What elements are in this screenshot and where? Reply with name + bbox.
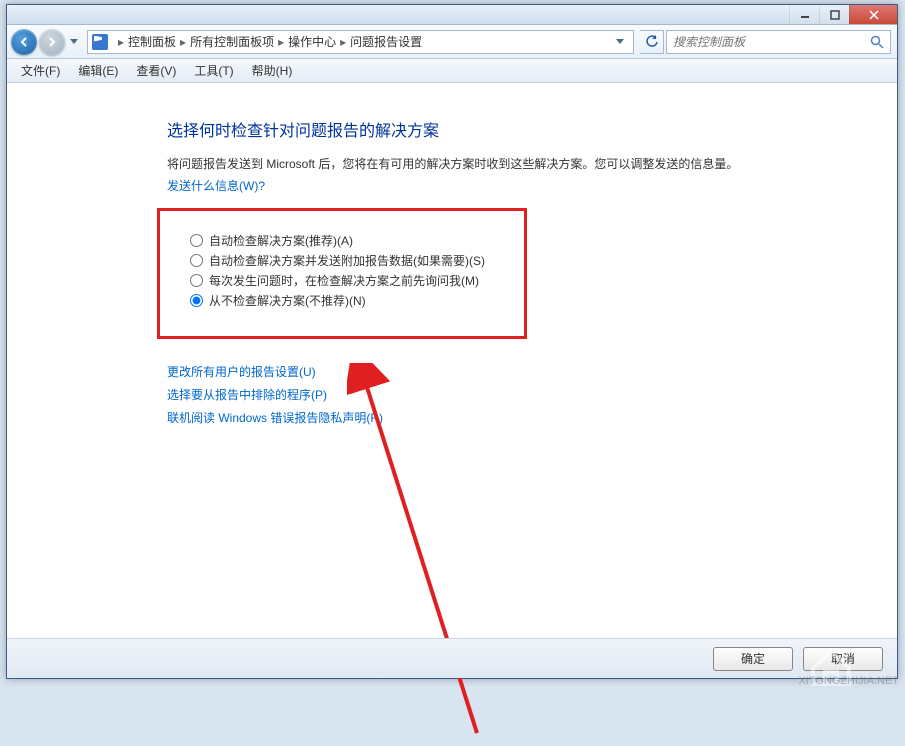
menu-edit[interactable]: 编辑(E): [70, 60, 126, 81]
arrow-left-icon: [18, 36, 30, 48]
chevron-down-icon: [70, 39, 78, 45]
menu-file[interactable]: 文件(F): [13, 60, 68, 81]
address-bar[interactable]: ▸ 控制面板 ▸ 所有控制面板项 ▸ 操作中心 ▸ 问题报告设置: [87, 30, 634, 54]
refresh-icon: [645, 35, 659, 49]
window-titlebar: [7, 5, 897, 25]
maximize-icon: [830, 10, 840, 20]
close-icon: [869, 10, 879, 20]
radio-input[interactable]: [190, 254, 203, 267]
minimize-icon: [800, 10, 810, 20]
breadcrumb-item[interactable]: 所有控制面板项: [190, 33, 274, 50]
radio-input[interactable]: [190, 234, 203, 247]
maximize-button[interactable]: [819, 5, 849, 24]
breadcrumb-sep: ▸: [180, 35, 186, 49]
what-info-link[interactable]: 发送什么信息(W)?: [167, 177, 877, 194]
nav-history-dropdown[interactable]: [67, 39, 81, 45]
privacy-statement-link[interactable]: 联机阅读 Windows 错误报告隐私声明(R): [167, 409, 877, 426]
radio-label: 每次发生问题时，在检查解决方案之前先询问我(M): [209, 272, 479, 289]
change-all-users-link[interactable]: 更改所有用户的报告设置(U): [167, 363, 877, 380]
forward-button[interactable]: [39, 29, 65, 55]
radio-input[interactable]: [190, 274, 203, 287]
menu-view[interactable]: 查看(V): [128, 60, 184, 81]
radio-label: 自动检查解决方案(推荐)(A): [209, 232, 353, 249]
additional-links: 更改所有用户的报告设置(U) 选择要从报告中排除的程序(P) 联机阅读 Wind…: [167, 363, 877, 426]
radio-label: 从不检查解决方案(不推荐)(N): [209, 292, 366, 309]
breadcrumb-sep: ▸: [340, 35, 346, 49]
refresh-button[interactable]: [640, 30, 664, 54]
breadcrumb-sep: ▸: [278, 35, 284, 49]
radio-label: 自动检查解决方案并发送附加报告数据(如果需要)(S): [209, 252, 485, 269]
menu-bar: 文件(F) 编辑(E) 查看(V) 工具(T) 帮助(H): [7, 59, 897, 83]
search-icon: [870, 35, 884, 49]
breadcrumb-sep: ▸: [118, 35, 124, 49]
radio-option-auto-extra[interactable]: 自动检查解决方案并发送附加报告数据(如果需要)(S): [190, 252, 504, 269]
radio-option-never[interactable]: 从不检查解决方案(不推荐)(N): [190, 292, 504, 309]
navigation-bar: ▸ 控制面板 ▸ 所有控制面板项 ▸ 操作中心 ▸ 问题报告设置: [7, 25, 897, 59]
page-description: 将问题报告发送到 Microsoft 后，您将在有可用的解决方案时收到这些解决方…: [167, 155, 877, 173]
exclude-programs-link[interactable]: 选择要从报告中排除的程序(P): [167, 386, 877, 403]
address-dropdown[interactable]: [611, 32, 629, 52]
menu-help[interactable]: 帮助(H): [244, 60, 301, 81]
control-panel-window: ▸ 控制面板 ▸ 所有控制面板项 ▸ 操作中心 ▸ 问题报告设置 文件(F) 编…: [6, 4, 898, 679]
radio-option-ask[interactable]: 每次发生问题时，在检查解决方案之前先询问我(M): [190, 272, 504, 289]
search-box[interactable]: [666, 30, 891, 54]
page-heading: 选择何时检查针对问题报告的解决方案: [167, 117, 877, 141]
ok-button[interactable]: 确定: [713, 647, 793, 671]
radio-input[interactable]: [190, 294, 203, 307]
minimize-button[interactable]: [789, 5, 819, 24]
close-button[interactable]: [849, 5, 897, 24]
menu-tools[interactable]: 工具(T): [186, 60, 241, 81]
search-input[interactable]: [673, 35, 870, 49]
breadcrumb-item[interactable]: 操作中心: [288, 33, 336, 50]
breadcrumb-item[interactable]: 问题报告设置: [350, 33, 422, 50]
control-panel-icon: [92, 34, 108, 50]
radio-option-auto[interactable]: 自动检查解决方案(推荐)(A): [190, 232, 504, 249]
back-button[interactable]: [11, 29, 37, 55]
page-content: 选择何时检查针对问题报告的解决方案 将问题报告发送到 Microsoft 后，您…: [7, 83, 897, 638]
breadcrumb-item[interactable]: 控制面板: [128, 33, 176, 50]
arrow-right-icon: [46, 36, 58, 48]
dialog-footer: 确定 取消: [7, 638, 897, 678]
highlighted-options-box: 自动检查解决方案(推荐)(A) 自动检查解决方案并发送附加报告数据(如果需要)(…: [157, 208, 527, 339]
cancel-button[interactable]: 取消: [803, 647, 883, 671]
chevron-down-icon: [616, 39, 624, 45]
